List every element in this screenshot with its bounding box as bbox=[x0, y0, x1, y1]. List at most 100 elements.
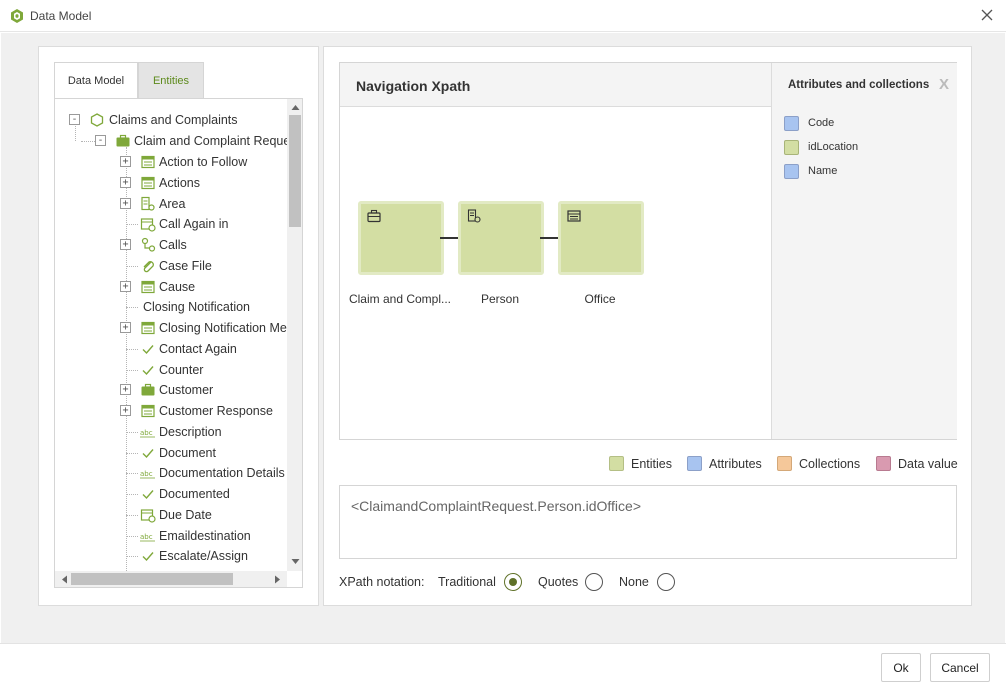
tree-connector bbox=[126, 224, 138, 225]
attribute-label: Name bbox=[808, 165, 838, 177]
tree-item-closing-notification[interactable]: Closing Notification bbox=[143, 297, 250, 317]
tree-entity-label[interactable]: Claim and Complaint Request bbox=[134, 131, 287, 151]
expand-toggle[interactable]: + bbox=[120, 239, 131, 250]
legend-swatch bbox=[609, 456, 624, 471]
radio-traditional[interactable] bbox=[504, 573, 522, 591]
expand-toggle[interactable]: + bbox=[120, 405, 131, 416]
tree-connector bbox=[126, 515, 138, 516]
tab-data-model[interactable]: Data Model bbox=[54, 62, 138, 98]
navigation-title: Navigation Xpath bbox=[356, 78, 471, 94]
node-office[interactable] bbox=[558, 201, 644, 275]
attributes-title: Attributes and collections bbox=[788, 79, 930, 91]
tree-connector bbox=[126, 266, 138, 267]
scroll-left-icon[interactable] bbox=[60, 575, 68, 584]
collapse-toggle[interactable]: - bbox=[95, 135, 106, 146]
svg-text:abc: abc bbox=[140, 533, 153, 541]
expand-toggle[interactable]: + bbox=[120, 281, 131, 292]
radio-quotes[interactable] bbox=[585, 573, 603, 591]
tree-item-cause[interactable]: Cause bbox=[159, 277, 195, 297]
collapse-toggle[interactable]: - bbox=[69, 114, 80, 125]
calendar-icon bbox=[140, 509, 156, 523]
calendar-icon bbox=[140, 218, 156, 232]
tree-item-counter[interactable]: Counter bbox=[159, 360, 203, 380]
legend-label: Data value bbox=[898, 457, 958, 471]
briefcase-icon bbox=[367, 209, 381, 223]
abc-icon: abc bbox=[140, 470, 155, 479]
check-icon bbox=[142, 490, 154, 500]
tab-entities[interactable]: Entities bbox=[138, 62, 204, 98]
attribute-label: Code bbox=[808, 117, 835, 129]
tree-item-case-file[interactable]: Case File bbox=[159, 256, 212, 276]
abc-icon: abc bbox=[140, 533, 155, 542]
tree-item-documentation-details[interactable]: Documentation Details bbox=[159, 463, 285, 483]
tree-connector bbox=[126, 432, 138, 433]
table-icon bbox=[141, 176, 155, 190]
navigation-xpath-box: Navigation Xpath Attributes and collecti… bbox=[339, 62, 957, 440]
abc-icon: abc bbox=[140, 429, 155, 438]
tree-item-call-again-in[interactable]: Call Again in bbox=[159, 214, 229, 234]
expand-toggle[interactable]: + bbox=[120, 156, 131, 167]
tree-item-due-date[interactable]: Due Date bbox=[159, 505, 212, 525]
legend-swatch bbox=[876, 456, 891, 471]
table-icon bbox=[141, 321, 155, 335]
horizontal-scroll-thumb[interactable] bbox=[71, 573, 233, 585]
scroll-down-icon[interactable] bbox=[291, 558, 300, 566]
attributes-close-button[interactable]: X bbox=[939, 76, 949, 93]
notation-option-label-quotes: Quotes bbox=[538, 575, 579, 589]
tree-item-calls[interactable]: Calls bbox=[159, 235, 187, 255]
legend-label: Collections bbox=[799, 457, 861, 471]
tree-item-contact-again[interactable]: Contact Again bbox=[159, 339, 237, 359]
tree-item-customer[interactable]: Customer bbox=[159, 380, 213, 400]
node-label-office: Office bbox=[584, 292, 616, 306]
data-model-tree: - Claims and Complaints - Claim and Comp… bbox=[54, 98, 303, 588]
expand-toggle[interactable]: + bbox=[120, 322, 131, 333]
ok-button[interactable]: Ok bbox=[881, 653, 921, 682]
expand-toggle[interactable]: + bbox=[120, 384, 131, 395]
tree-item-escalate-assign[interactable]: Escalate/Assign bbox=[159, 546, 248, 566]
tree-item-customer-response[interactable]: Customer Response bbox=[159, 401, 273, 421]
hexagon-icon bbox=[90, 113, 104, 127]
tree-vertical-scrollbar[interactable] bbox=[287, 99, 302, 571]
legend-swatch bbox=[687, 456, 702, 471]
relation-icon bbox=[141, 237, 156, 252]
tree-connector bbox=[81, 141, 95, 142]
tree-viewport: - Claims and Complaints - Claim and Comp… bbox=[55, 99, 287, 571]
tree-item-documented[interactable]: Documented bbox=[159, 484, 230, 504]
notation-label: XPath notation: bbox=[339, 575, 425, 589]
paperclip-icon bbox=[143, 261, 154, 273]
tree-item-action-to-follow[interactable]: Action to Follow bbox=[159, 152, 247, 172]
check-icon bbox=[142, 366, 154, 376]
scroll-up-icon[interactable] bbox=[291, 103, 300, 111]
tree-connector bbox=[126, 453, 138, 454]
tree-root-label[interactable]: Claims and Complaints bbox=[109, 110, 238, 130]
tree-item-emaildestination[interactable]: Emaildestination bbox=[159, 526, 251, 546]
tree-connector bbox=[126, 556, 138, 557]
tree-horizontal-scrollbar[interactable] bbox=[55, 571, 287, 587]
node-person[interactable] bbox=[458, 201, 544, 275]
scroll-right-icon[interactable] bbox=[274, 575, 282, 584]
node-claim-and-complaint[interactable] bbox=[358, 201, 444, 275]
window-title: Data Model bbox=[30, 9, 92, 23]
vertical-scroll-thumb[interactable] bbox=[289, 115, 301, 227]
expand-toggle[interactable]: + bbox=[120, 177, 131, 188]
svg-text:abc: abc bbox=[140, 429, 153, 437]
tree-item-actions[interactable]: Actions bbox=[159, 173, 200, 193]
tree-item-description[interactable]: Description bbox=[159, 422, 222, 442]
tree-connector bbox=[126, 147, 127, 571]
tree-connector bbox=[75, 126, 76, 141]
notation-option-label-traditional: Traditional bbox=[438, 575, 496, 589]
radio-none[interactable] bbox=[657, 573, 675, 591]
tree-item-document[interactable]: Document bbox=[159, 443, 216, 463]
cancel-button[interactable]: Cancel bbox=[930, 653, 990, 682]
check-icon bbox=[142, 345, 154, 355]
close-icon[interactable] bbox=[978, 6, 996, 24]
briefcase-icon bbox=[141, 383, 155, 396]
tree-connector bbox=[126, 473, 138, 474]
app-logo-icon bbox=[11, 9, 23, 23]
tree-item-closing-notification-me[interactable]: Closing Notification Me bbox=[159, 318, 287, 338]
expand-toggle[interactable]: + bbox=[120, 198, 131, 209]
tree-item-area[interactable]: Area bbox=[159, 194, 185, 214]
doc-gear-icon bbox=[141, 196, 155, 211]
attribute-swatch bbox=[784, 116, 799, 131]
xpath-expression-box[interactable]: <ClaimandComplaintRequest.Person.idOffic… bbox=[339, 485, 957, 559]
